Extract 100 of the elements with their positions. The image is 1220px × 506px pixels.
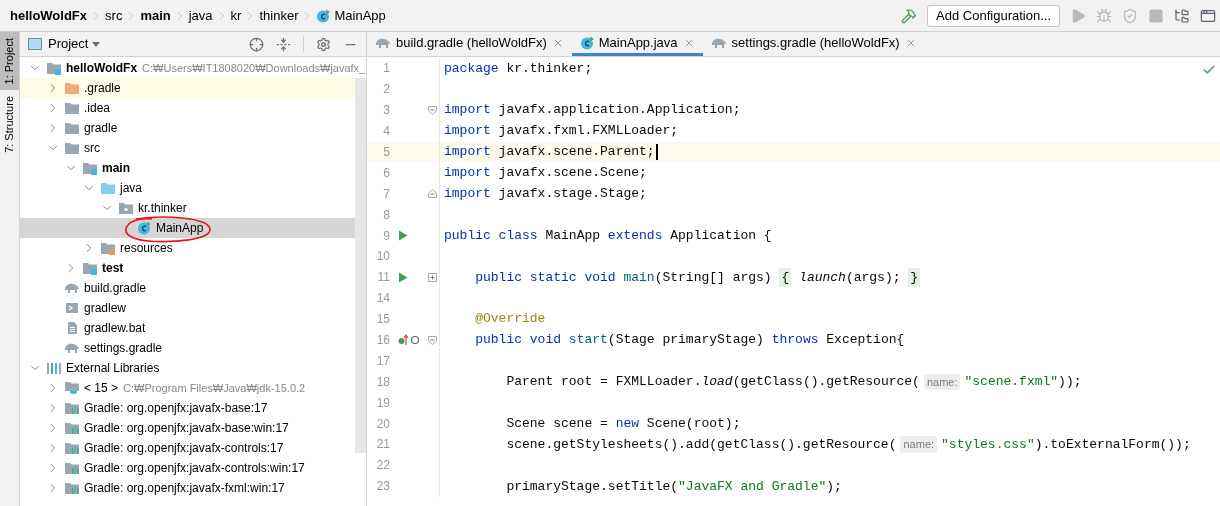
tree-item[interactable]: Gradle: org.openjfx:javafx-fxml:win:17: [20, 478, 355, 498]
folder-icon: [64, 81, 80, 95]
module-folder-icon: [46, 61, 62, 75]
code-line: Parent root = FXMLLoader.load(getClass().getResource( name: "scene.fxml"));: [505, 372, 1082, 392]
module-folder-icon: [82, 261, 98, 275]
tree-item[interactable]: java: [20, 178, 355, 198]
tree-item[interactable]: helloWoldFx C:₩Users₩IT1808020₩Downloads₩javafx_: [20, 58, 366, 78]
code-line: import javafx.application.Application;: [443, 101, 741, 120]
code-line: import javafx.scene.Scene;: [443, 164, 647, 183]
line-number: 17: [375, 352, 390, 370]
tree-item[interactable]: resources: [20, 238, 355, 258]
line-number: 18: [375, 373, 390, 391]
breadcrumb[interactable]: java: [188, 5, 213, 26]
line-number: 1: [382, 60, 390, 78]
fold-icon[interactable]: [428, 335, 437, 345]
window-icon: [28, 38, 42, 50]
line-number: 14: [375, 290, 390, 308]
terminal-icon: [65, 301, 79, 315]
editor-tab[interactable]: build.gradle (helloWoldFx): [367, 32, 572, 56]
locate-icon[interactable]: [249, 36, 264, 52]
code-line: @Override: [474, 310, 546, 329]
tree-item[interactable]: gradlew: [20, 298, 355, 318]
line-number: 6: [382, 164, 390, 182]
editor-tab[interactable]: MainApp.java: [571, 32, 703, 56]
line-number: 10: [375, 248, 390, 266]
tree-item[interactable]: .gradle: [20, 78, 355, 98]
line-number: 15: [375, 311, 390, 329]
tree-item[interactable]: Gradle: org.openjfx:javafx-controls:win:17: [20, 458, 355, 478]
library-icon: [64, 441, 80, 455]
class-icon: [579, 35, 594, 50]
tree-item[interactable]: settings.gradle: [20, 338, 355, 358]
elephant-icon: [64, 342, 80, 354]
breadcrumb[interactable]: src: [105, 5, 123, 26]
line-number: 7: [382, 185, 390, 203]
add-configuration-button[interactable]: Add Configuration...: [927, 4, 1060, 27]
breadcrumb[interactable]: helloWoldFx: [10, 5, 88, 26]
tool-window-tab[interactable]: 1: Project: [0, 32, 19, 91]
tree-item[interactable]: .idea: [20, 98, 355, 118]
code-line: primaryStage.setTitle("JavaFX and Gradle");: [505, 477, 842, 496]
tree-item[interactable]: main: [20, 158, 355, 178]
breadcrumb[interactable]: MainApp: [316, 5, 386, 26]
window-icon[interactable]: [1200, 7, 1216, 24]
run-icon[interactable]: [398, 271, 408, 283]
scrollbar[interactable]: [355, 78, 366, 453]
settings-icon[interactable]: [316, 36, 331, 52]
code-line: public class MainApp extends Application {: [443, 226, 772, 245]
code-line: scene.getStylesheets().add(getClass().getResource( name: "styles.css").toExternalForm());: [505, 435, 1191, 455]
breadcrumb[interactable]: main: [140, 5, 171, 26]
tree-item[interactable]: build.gradle: [20, 278, 355, 298]
package-icon: [118, 201, 134, 215]
tree-item[interactable]: Gradle: org.openjfx:javafx-base:17: [20, 398, 355, 418]
folder-icon: [64, 101, 80, 115]
tree-item[interactable]: test: [20, 258, 355, 278]
tree-item[interactable]: gradlew.bat: [20, 318, 355, 338]
tree-item[interactable]: Gradle: org.openjfx:javafx-base:win:17: [20, 418, 355, 438]
editor-tab[interactable]: settings.gradle (helloWoldFx): [702, 32, 925, 56]
folder-icon: [64, 141, 80, 155]
expand-fold-icon[interactable]: [428, 272, 437, 282]
line-number: 16: [375, 332, 390, 349]
library-icon: [64, 401, 80, 415]
tree-item[interactable]: kr.thinker: [20, 198, 355, 218]
text-cursor: [655, 144, 658, 160]
run-icon[interactable]: [398, 230, 408, 242]
code-line: import javafx.fxml.FXMLLoader;: [443, 122, 679, 141]
class-icon: [316, 8, 331, 23]
resources-folder-icon: [100, 241, 116, 255]
line-number: 11: [376, 269, 390, 287]
hammer-icon[interactable]: [901, 7, 918, 24]
tree-item[interactable]: gradle: [20, 118, 355, 138]
code-line: import javafx.scene.Parent;: [440, 142, 658, 162]
line-number: 19: [375, 394, 390, 412]
line-number: 9: [382, 227, 390, 245]
line-number: 4: [382, 123, 390, 141]
text-file-icon: [66, 321, 78, 335]
breadcrumb[interactable]: thinker: [259, 5, 299, 26]
code-line: import javafx.stage.Stage;: [443, 185, 647, 204]
folder-tree-icon[interactable]: [1174, 7, 1190, 24]
line-number: 23: [375, 478, 390, 496]
fold-icon[interactable]: [428, 105, 437, 115]
override-icon[interactable]: [398, 334, 420, 346]
tree-item[interactable]: External Libraries: [20, 358, 355, 378]
line-number: 5: [382, 144, 390, 161]
project-view-dropdown[interactable]: Project: [48, 34, 101, 54]
line-number: 21: [375, 436, 390, 454]
check-icon[interactable]: [1202, 63, 1216, 77]
code-line: Scene scene = new Scene(root);: [505, 414, 741, 433]
line-number: 2: [382, 81, 390, 99]
library-icon: [64, 461, 80, 475]
tree-item[interactable]: Gradle: org.openjfx:javafx-controls:17: [20, 438, 355, 458]
breadcrumb[interactable]: kr: [230, 5, 242, 26]
folder-icon: [64, 121, 80, 135]
tree-item[interactable]: src: [20, 138, 355, 158]
line-number: 8: [382, 206, 390, 224]
library-icon: [64, 421, 80, 435]
fold-icon[interactable]: [428, 189, 437, 199]
collapse-icon[interactable]: [276, 36, 291, 52]
tree-item[interactable]: < 15 > C:₩Program Files₩Java₩jdk-15.0.2: [20, 378, 355, 398]
tree-item[interactable]: MainApp: [20, 218, 355, 238]
elephant-icon: [64, 282, 80, 294]
tool-window-tab[interactable]: 7: Structure: [0, 90, 19, 160]
